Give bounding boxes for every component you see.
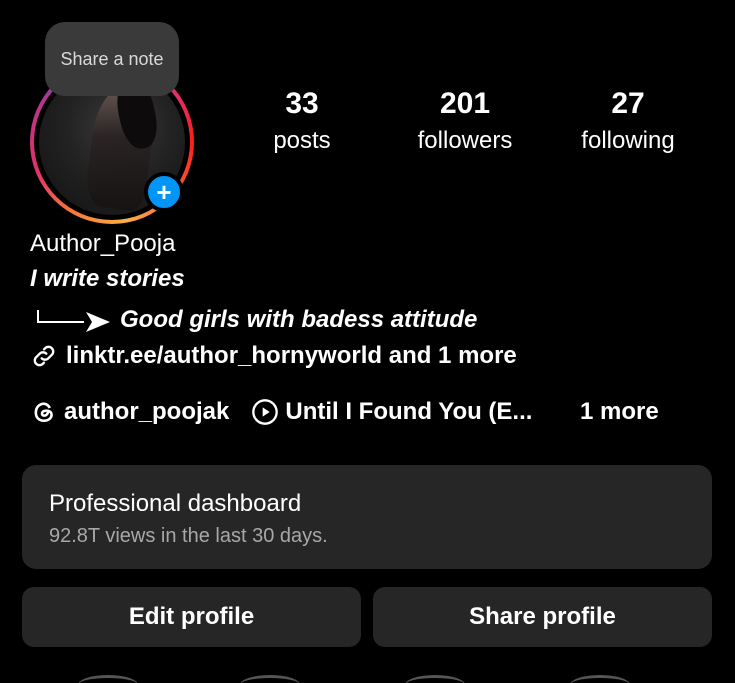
bio-line-2-text: Good girls with badess attitude	[120, 306, 478, 333]
followers-stat[interactable]: 201 followers	[395, 86, 535, 156]
play-circle-icon	[252, 399, 279, 425]
add-story-icon[interactable]: +	[144, 172, 184, 212]
highlight-circle[interactable]	[240, 675, 300, 683]
arrow-icon	[37, 310, 110, 332]
highlight-circle[interactable]	[78, 675, 138, 683]
following-count: 27	[611, 87, 645, 120]
link-icon	[30, 342, 58, 370]
edit-profile-button[interactable]: Edit profile	[22, 587, 361, 647]
bio-line-2: Good girls with badess attitude	[30, 304, 477, 336]
threads-icon	[34, 402, 53, 423]
profile-page: + Share a note 33 posts 201 followers 27…	[0, 0, 735, 683]
display-name: Author_Pooja	[30, 230, 176, 257]
professional-dashboard[interactable]: Professional dashboard 92.8T views in th…	[22, 465, 712, 569]
dashboard-subtitle: 92.8T views in the last 30 days.	[49, 525, 328, 547]
profile-chips: author_poojak Until I Found You (E...	[30, 395, 532, 429]
posts-count: 33	[285, 87, 319, 120]
share-note-bubble[interactable]: Share a note	[45, 22, 179, 96]
share-profile-button[interactable]: Share profile	[373, 587, 712, 647]
threads-handle: author_poojak	[64, 398, 230, 425]
followers-count: 201	[439, 87, 491, 120]
music-title: Until I Found You (E...	[285, 398, 533, 425]
bio-line-1: I write stories	[30, 265, 185, 292]
following-label: following	[581, 127, 675, 154]
threads-chip[interactable]: author_poojak	[30, 395, 229, 429]
posts-stat[interactable]: 33 posts	[232, 86, 372, 156]
music-chip[interactable]: Until I Found You (E...	[251, 395, 532, 429]
chips-more-link[interactable]: 1 more	[580, 395, 659, 429]
note-label: Share a note	[60, 49, 164, 69]
following-stat[interactable]: 27 following	[558, 86, 698, 156]
highlight-circle[interactable]	[405, 675, 465, 683]
highlight-circle[interactable]	[570, 675, 630, 683]
dashboard-title: Professional dashboard	[49, 490, 302, 517]
bio-link[interactable]: linktr.ee/author_hornyworld and 1 more	[30, 340, 517, 372]
followers-label: followers	[417, 127, 513, 154]
bio-link-text: linktr.ee/author_hornyworld and 1 more	[66, 342, 517, 369]
posts-label: posts	[273, 127, 331, 154]
